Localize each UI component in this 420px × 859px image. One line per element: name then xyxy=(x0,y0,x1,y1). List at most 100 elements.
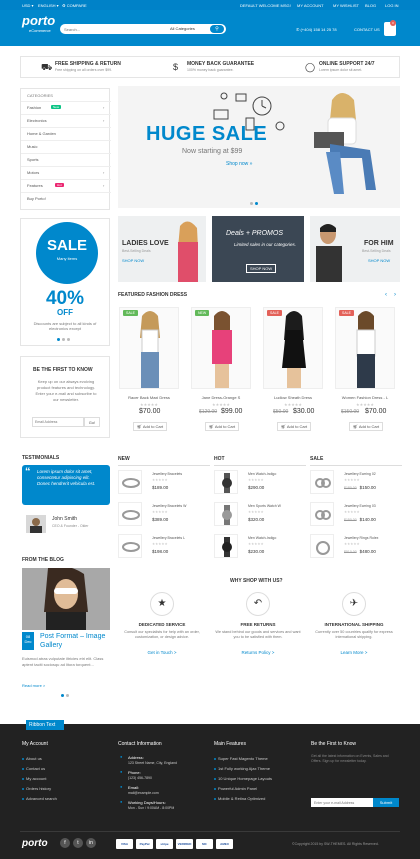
service-link[interactable]: Learn More > xyxy=(310,650,398,655)
list-item[interactable]: Jewellery Bracelets W ★★★★★ $389.00 xyxy=(118,502,210,530)
list-item-name[interactable]: Jewellery Bracelets W xyxy=(152,504,186,508)
footer-link[interactable]: Mobile & Retina Optimized xyxy=(218,796,265,801)
watch-thumbnail[interactable] xyxy=(214,470,238,494)
earring-thumbnail[interactable] xyxy=(310,470,334,494)
promo-deals[interactable]: Deals + PROMOS Limited sales in our cate… xyxy=(212,216,304,282)
watch-thumbnail[interactable] xyxy=(214,502,238,526)
product-card[interactable]: SALE Ludlow Sheath Dress ★★★★★ $50.00 $3… xyxy=(263,307,323,437)
footer-link[interactable]: Orders history xyxy=(26,786,51,791)
category-item-music[interactable]: Music xyxy=(21,140,111,151)
newsletter-go-button[interactable]: Go! xyxy=(84,417,100,427)
slider-dot[interactable] xyxy=(62,338,65,341)
blog-link[interactable]: BLOG xyxy=(365,3,376,8)
list-item-name[interactable]: Jewellery Earring 03 xyxy=(344,504,376,508)
product-name[interactable]: Ludlow Sheath Dress xyxy=(263,395,323,400)
bracelet-thumbnail[interactable] xyxy=(118,534,142,558)
promo-for-him[interactable]: FOR HIM Best-Selling Deals SHOP NOW xyxy=(310,216,400,282)
service-link[interactable]: Returns Policy > xyxy=(214,650,302,655)
slider-dot[interactable] xyxy=(66,694,69,697)
list-item-name[interactable]: Jewellery Rings Rolex xyxy=(344,536,378,540)
product-image[interactable] xyxy=(191,307,251,389)
footer-submit-button[interactable]: Submit xyxy=(373,798,399,807)
list-item[interactable]: Men Sports Watch W ★★★★★ $320.00 xyxy=(214,502,306,530)
add-to-cart-button[interactable]: 🛒︎ Add to Cart xyxy=(205,422,239,431)
footer-link[interactable]: Powerful Admin Panel xyxy=(218,786,257,791)
footer-link[interactable]: Super Fast Magento Theme xyxy=(218,756,268,761)
add-to-cart-button[interactable]: 🛒︎ Add to Cart xyxy=(349,422,383,431)
category-item-sports[interactable]: Sports xyxy=(21,153,111,164)
blog-image[interactable] xyxy=(22,566,110,630)
chevron-left-icon[interactable]: ‹ xyxy=(385,292,391,298)
slider-dot[interactable] xyxy=(250,202,253,205)
my-account-link[interactable]: MY ACCOUNT xyxy=(297,3,324,8)
contact-email[interactable]: mail@example.com xyxy=(128,791,159,795)
newsletter-email-input[interactable] xyxy=(32,417,84,427)
list-item[interactable]: Jewellery Earring 02 ★★★★★ $180.00 $150.00 xyxy=(310,470,402,498)
service-link[interactable]: Get in Touch > xyxy=(118,650,206,655)
list-item[interactable]: Jewellery Bracelets ★★★★★ $189.00 xyxy=(118,470,210,498)
twitter-icon[interactable]: t xyxy=(73,838,83,848)
list-item[interactable]: Jewellery Bracelets L ★★★★★ $198.00 xyxy=(118,534,210,562)
footer-link[interactable]: 1st Fully working Ajax Theme xyxy=(218,766,270,771)
category-item-fashion[interactable]: Fashion New › xyxy=(21,101,111,112)
category-select[interactable]: All Categories xyxy=(170,26,195,31)
footer-link[interactable]: Advanced search xyxy=(26,796,57,801)
list-item-name[interactable]: Men Watch-Indigo xyxy=(248,472,276,476)
promo-shop-now[interactable]: SHOP NOW xyxy=(122,258,144,263)
list-item-name[interactable]: Jewellery Bracelets L xyxy=(152,536,185,540)
list-item[interactable]: Men Watch-Indigo ★★★★★ $290.00 xyxy=(214,470,306,498)
promo-ladies-love[interactable]: LADIES LOVE Best-Selling Deals SHOP NOW xyxy=(118,216,206,282)
blog-post-title[interactable]: Post Format – Image Gallery xyxy=(40,632,110,650)
list-item-name[interactable]: Jewellery Bracelets xyxy=(152,472,182,476)
slider-dot-active[interactable] xyxy=(61,694,64,697)
product-card[interactable]: SALE Women Fashion Dress - L ★★★★★ $150.… xyxy=(335,307,395,437)
category-item-features[interactable]: Features Hot › xyxy=(21,179,111,190)
blog-read-more-link[interactable]: Read more > xyxy=(22,683,45,688)
add-to-cart-button[interactable]: 🛒︎ Add to Cart xyxy=(277,422,311,431)
footer-logo[interactable]: porto xyxy=(22,838,48,849)
chevron-right-icon[interactable]: › xyxy=(394,292,400,298)
list-item-name[interactable]: Men Sports Watch W xyxy=(248,504,281,508)
product-name[interactable]: Women Fashion Dress - L xyxy=(335,395,395,400)
add-to-cart-button[interactable]: 🛒︎ Add to Cart xyxy=(133,422,167,431)
list-item[interactable]: Jewellery Earring 03 ★★★★★ $150.00 $140.00 xyxy=(310,502,402,530)
footer-link[interactable]: My account xyxy=(26,776,46,781)
footer-link[interactable]: Contact us xyxy=(26,766,45,771)
hero-banner[interactable] xyxy=(118,86,400,208)
currency-select[interactable]: USD ▾ xyxy=(22,3,34,8)
slider-dot-active[interactable] xyxy=(57,338,60,341)
slider-dot[interactable] xyxy=(67,338,70,341)
contact-us-link[interactable]: CONTACT US xyxy=(354,27,380,32)
category-item-buy-porto[interactable]: Buy Porto! xyxy=(21,192,111,203)
bracelet-thumbnail[interactable] xyxy=(118,502,142,526)
facebook-icon[interactable]: f xyxy=(60,838,70,848)
ring-thumbnail[interactable] xyxy=(310,534,334,558)
earring-thumbnail[interactable] xyxy=(310,502,334,526)
login-link[interactable]: LOG IN xyxy=(385,3,399,8)
slider-dot-active[interactable] xyxy=(255,202,258,205)
list-item-name[interactable]: Jewellery Earring 02 xyxy=(344,472,376,476)
my-wishlist-link[interactable]: MY WISHLIST xyxy=(333,3,359,8)
category-item-home-garden[interactable]: Home & Garden xyxy=(21,127,111,138)
footer-email-input[interactable] xyxy=(311,798,373,807)
list-item[interactable]: Jewellery Rings Rolex ★★★★★ $510.00 $480.00 xyxy=(310,534,402,562)
footer-link[interactable]: 10 Unique Homepage Layouts xyxy=(218,776,272,781)
category-item-motors[interactable]: Motors › xyxy=(21,166,111,177)
search-button[interactable]: ⚲ xyxy=(210,25,224,33)
bracelet-thumbnail[interactable] xyxy=(118,470,142,494)
logo[interactable]: porto xyxy=(22,13,55,28)
watch-thumbnail[interactable] xyxy=(214,534,238,558)
product-image[interactable] xyxy=(335,307,395,389)
product-card[interactable]: SALE Racer Back Maxi Dress ★★★★★ $70.00 … xyxy=(119,307,179,437)
footer-link[interactable]: About us xyxy=(26,756,42,761)
list-item-name[interactable]: Men Watch-Indigo xyxy=(248,536,276,540)
product-image[interactable] xyxy=(119,307,179,389)
compare-link[interactable]: ♻ COMPARE xyxy=(62,3,87,8)
hero-shop-now-link[interactable]: Shop now » xyxy=(226,161,252,167)
list-item[interactable]: Men Watch-Indigo ★★★★★ $230.00 xyxy=(214,534,306,562)
promo-shop-now[interactable]: SHOP NOW xyxy=(368,258,390,263)
language-select[interactable]: ENGLISH ▾ xyxy=(38,3,59,8)
product-name[interactable]: Jane Dress-Orange S xyxy=(191,395,251,400)
product-image[interactable] xyxy=(263,307,323,389)
linkedin-icon[interactable]: in xyxy=(86,838,96,848)
